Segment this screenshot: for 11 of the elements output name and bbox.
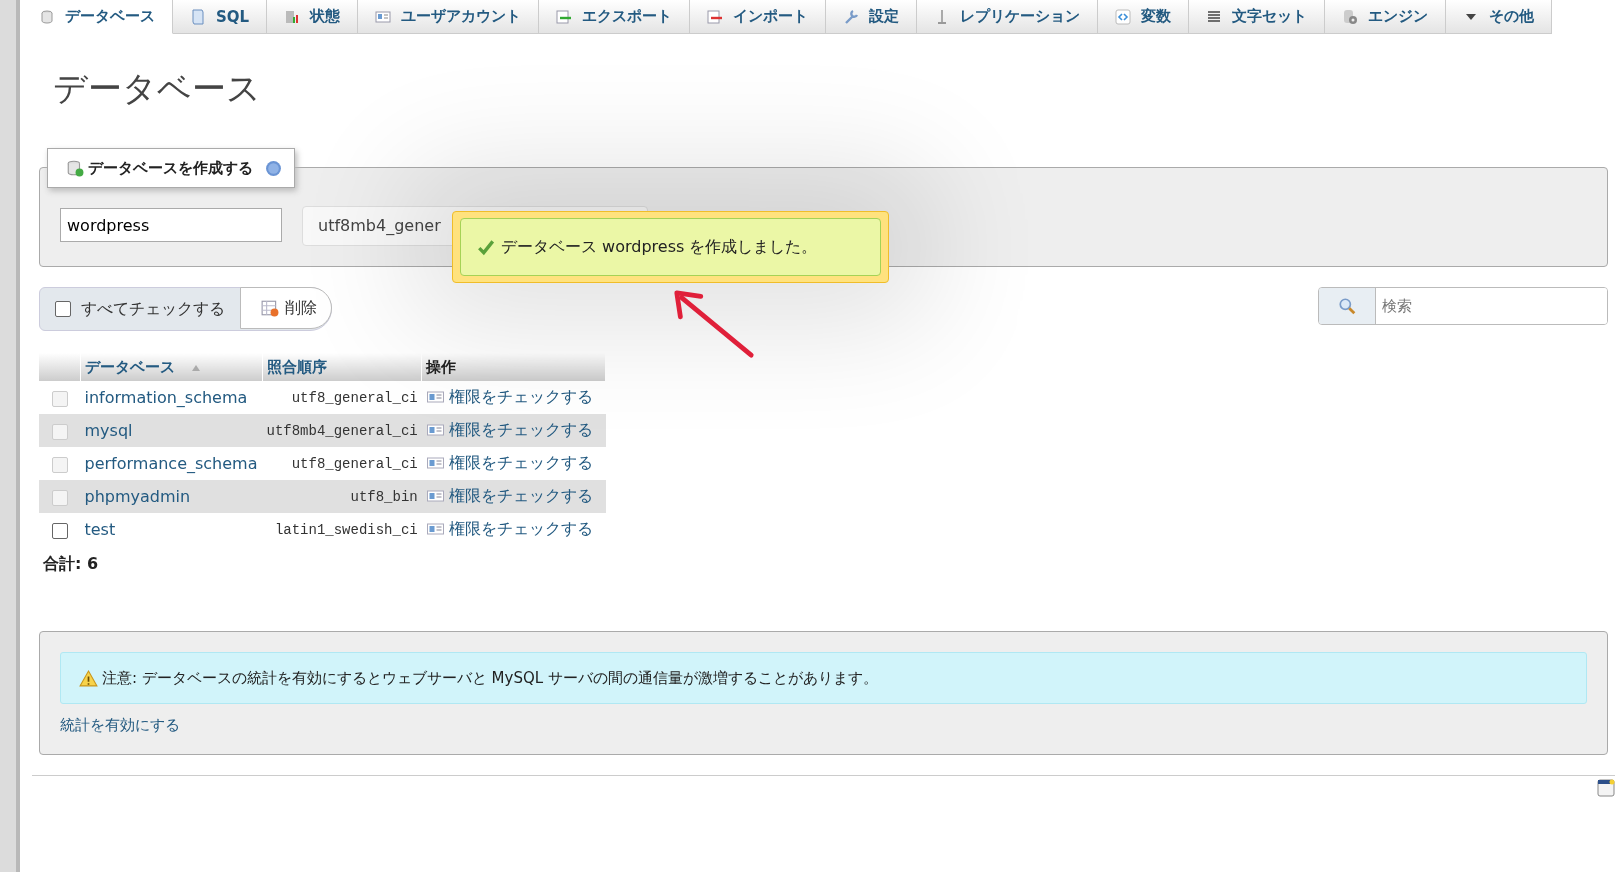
collation-cell: utf8_general_ci [262,447,422,480]
collation-cell: utf8mb4_general_ci [262,414,422,447]
page-heading: データベース [53,67,262,110]
collation-cell: latin1_swedish_ci [262,513,422,546]
collation-cell: utf8_bin [262,480,422,513]
column-header: 操作 [421,353,606,381]
notice-text: 注意: データベースの統計を有効にするとウェブサーバと MySQL サーバの間の通信量が激増することがあります。 [102,668,878,688]
legend-title: データベースを作成する [88,158,253,178]
total-count: 合計: 6 [43,554,100,575]
success-text: データベース wordpress を作成しました。 [501,236,818,258]
collation-cell: utf8_general_ci [262,381,422,414]
